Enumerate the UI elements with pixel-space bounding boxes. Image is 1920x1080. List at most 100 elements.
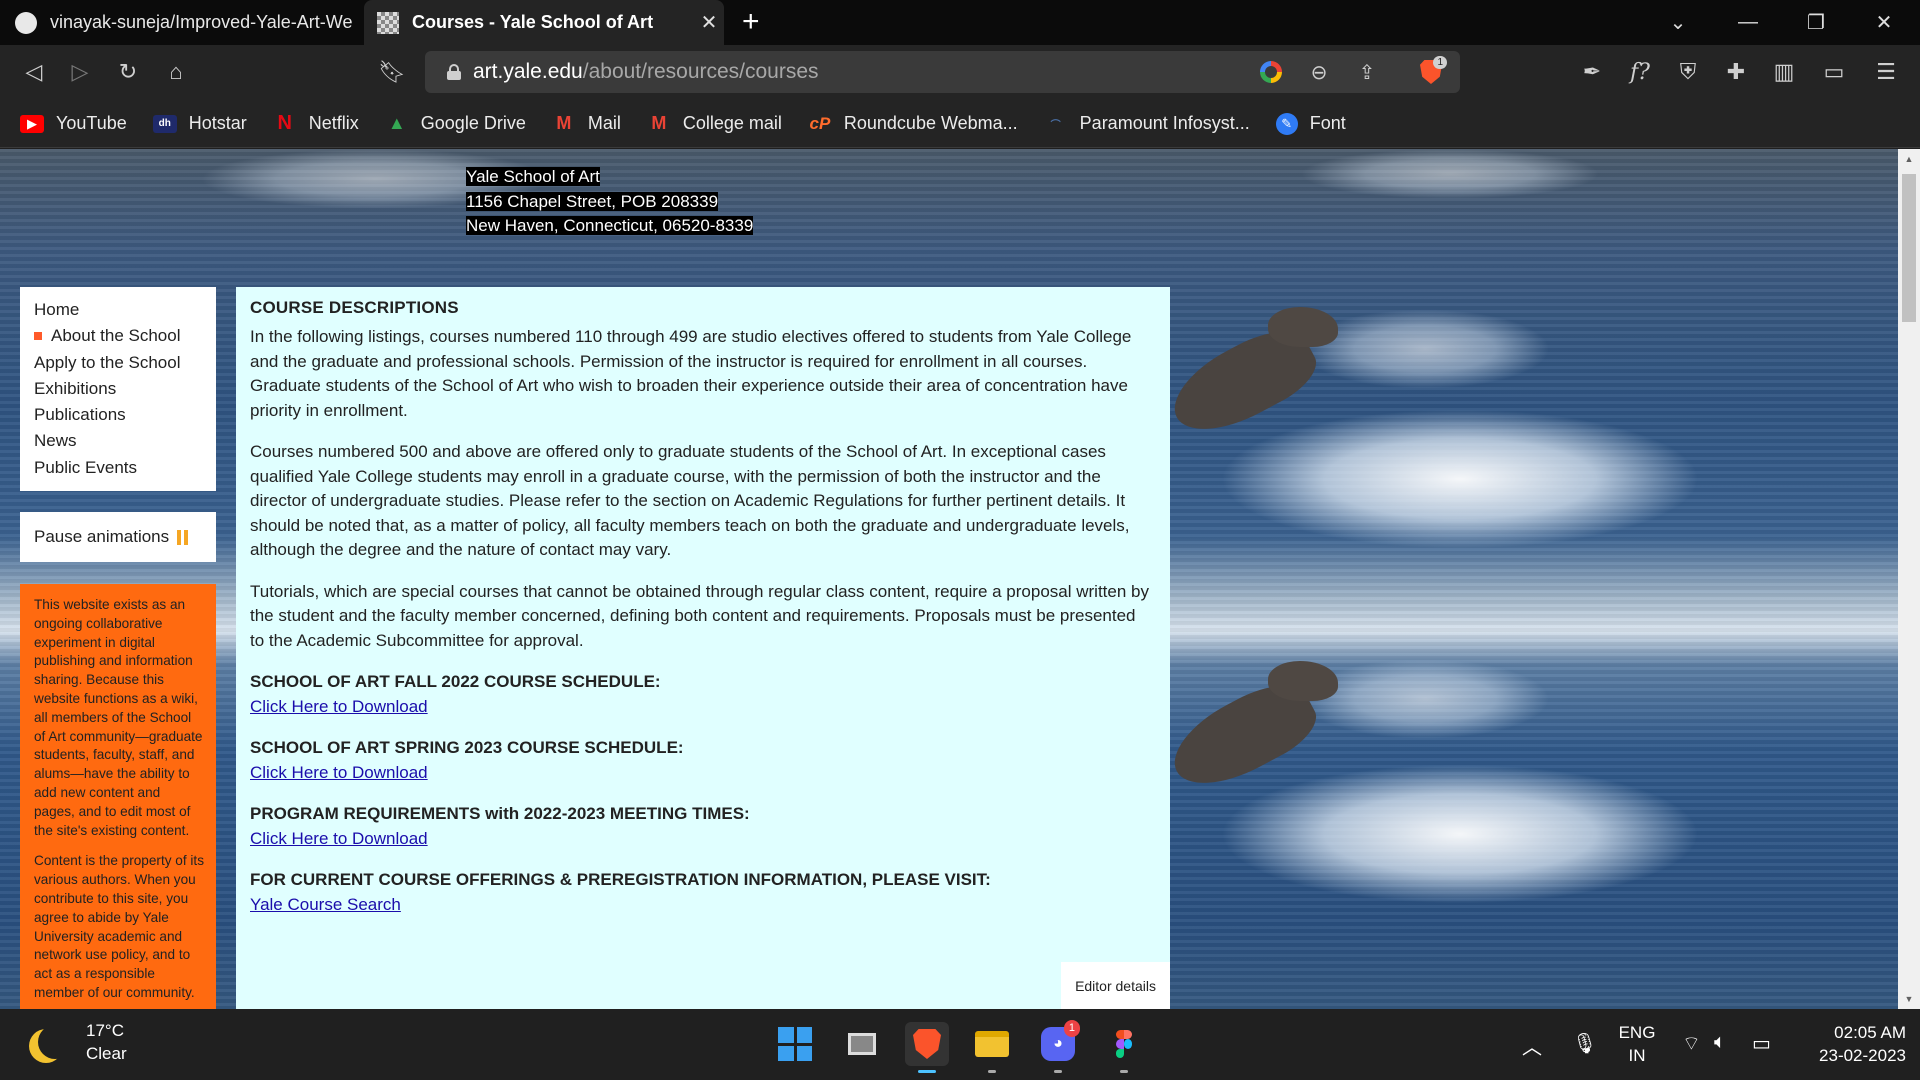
battery-icon[interactable]: ▭ [1752, 1031, 1771, 1056]
content-paragraph: Tutorials, which are special courses tha… [250, 581, 1149, 650]
show-hidden-icons-icon[interactable]: ︿ [1522, 1031, 1542, 1060]
pause-animations-button[interactable]: Pause animations [20, 512, 216, 562]
bookmark-font[interactable]: ✎ Font [1275, 112, 1346, 135]
bookmark-roundcube[interactable]: cP Roundcube Webma... [808, 113, 1017, 134]
youtube-icon: ▶ [20, 114, 44, 133]
discord-icon[interactable]: ◕ 1 [1036, 1020, 1080, 1073]
zoom-icon[interactable]: ⊖ [1305, 58, 1333, 86]
spring-schedule-download-link[interactable]: Click Here to Download [250, 760, 428, 785]
bookmark-label: Font [1309, 113, 1346, 133]
bookmark-label: College mail [682, 113, 782, 133]
bookmark-mail[interactable]: M Mail [552, 113, 621, 134]
tab-github[interactable]: vinayak-suneja/Improved-Yale-Art-We [14, 0, 366, 45]
wifi-icon[interactable]: ⌔ [1682, 1031, 1701, 1056]
scroll-up-arrow-icon[interactable]: ▲ [1898, 149, 1920, 169]
nav-item-exhibitions[interactable]: Exhibitions [34, 376, 216, 402]
fall-schedule-download-link[interactable]: Click Here to Download [250, 694, 428, 719]
url-host: art.yale.edu [473, 60, 583, 83]
restore-icon[interactable]: ❐ [1786, 0, 1846, 45]
menu-icon[interactable]: ☰ [1868, 54, 1904, 90]
background-wave [1300, 149, 1600, 199]
gmail-icon: M [556, 113, 572, 133]
figma-icon[interactable] [1102, 1022, 1146, 1073]
share-icon[interactable]: ⇪ [1353, 58, 1381, 86]
page-scrollbar[interactable]: ▲ ▼ [1898, 149, 1920, 1009]
hotstar-icon: dh [152, 114, 177, 133]
microphone-icon[interactable]: 🎙︎ [1572, 1031, 1597, 1056]
tab-title: vinayak-suneja/Improved-Yale-Art-We [50, 12, 353, 32]
address-bar[interactable]: art.yale.edu/about/resources/courses ⊖ ⇪… [425, 51, 1460, 93]
sidebar-icon[interactable]: ▥ [1766, 54, 1802, 90]
nav-item-home[interactable]: Home [34, 297, 216, 323]
program-requirements-download-link[interactable]: Click Here to Download [250, 826, 428, 851]
bookmark-college-mail[interactable]: M College mail [647, 113, 782, 134]
wallet-icon[interactable]: ▭ [1816, 54, 1852, 90]
nav-item-apply[interactable]: Apply to the School [34, 350, 216, 376]
bookmark-netflix[interactable]: N Netflix [273, 112, 359, 134]
yale-course-search-link[interactable]: Yale Course Search [250, 892, 401, 917]
clock[interactable]: 02:05 AM 23-02-2023 [1796, 1021, 1906, 1067]
nav-item-publications[interactable]: Publications [34, 402, 216, 428]
lock-icon [447, 64, 461, 80]
bookmark-icon[interactable]: 🔖︎ [374, 54, 410, 90]
nav-label: About the School [51, 326, 181, 346]
discord-badge: 1 [1063, 1020, 1080, 1037]
moon-icon [38, 1025, 72, 1059]
volume-icon[interactable]: 🔈︎ [1714, 1031, 1726, 1054]
extensions-puzzle-icon[interactable]: ✚ [1718, 54, 1754, 90]
forward-icon[interactable]: ▷ [62, 54, 98, 90]
sea-lion-image [1160, 661, 1338, 803]
tab-courses[interactable]: Courses - Yale School of Art ✕ [364, 0, 724, 45]
file-explorer-icon[interactable] [970, 1022, 1014, 1073]
nav-label: Home [34, 300, 80, 319]
extension-feather-icon[interactable]: ✒ [1574, 54, 1610, 90]
url-path: /about/resources/courses [582, 60, 819, 83]
nav-item-about[interactable]: About the School [34, 323, 216, 349]
language-code: ENG [1618, 1023, 1656, 1042]
ublock-shield-icon[interactable]: ⛨ [1670, 54, 1706, 90]
bookmark-paramount[interactable]: ⌒ Paramount Infosyst... [1044, 113, 1250, 134]
language-indicator[interactable]: ENG IN [1612, 1021, 1662, 1067]
brave-shields-icon[interactable]: 1 [1417, 56, 1447, 86]
new-tab-icon[interactable]: + [742, 6, 760, 38]
background-wave [1220, 764, 1700, 904]
bookmark-hotstar[interactable]: dh Hotstar [152, 113, 247, 134]
brave-browser-icon[interactable] [905, 1022, 949, 1073]
weather-widget[interactable]: 17°C Clear [26, 1019, 127, 1065]
address-line: New Haven, Connecticut, 06520-8339 [466, 216, 754, 235]
page-title: COURSE DESCRIPTIONS [250, 298, 459, 317]
browser-toolbar: ◁ ▷ ↻ ⌂ 🔖︎ art.yale.edu/about/resources/… [0, 45, 1920, 100]
home-icon[interactable]: ⌂ [158, 54, 194, 90]
minimize-icon[interactable]: — [1718, 0, 1778, 45]
nav-label: Public Events [34, 457, 137, 477]
content-paragraph: Courses numbered 500 and above are offer… [250, 442, 1130, 559]
close-tab-icon[interactable]: ✕ [694, 10, 724, 35]
windows-taskbar: 17°C Clear ◕ 1 ︿ 🎙︎ ENG IN ⌔ 🔈︎ ▭ 02:05 … [0, 1009, 1920, 1080]
start-button[interactable] [773, 1022, 817, 1066]
region-code: IN [1628, 1046, 1646, 1065]
bookmarks-bar: ▶ YouTube dh Hotstar N Netflix ▲ Google … [0, 100, 1920, 148]
nav-item-news[interactable]: News [34, 428, 216, 454]
netflix-icon: N [277, 112, 292, 134]
back-icon[interactable]: ◁ [16, 54, 52, 90]
windows-logo-icon [778, 1027, 812, 1061]
pause-label: Pause animations [34, 527, 170, 546]
whatfont-icon[interactable]: f? [1622, 54, 1658, 90]
task-view-icon[interactable] [840, 1022, 884, 1066]
bookmark-label: Netflix [308, 113, 359, 133]
reload-icon[interactable]: ↻ [110, 54, 146, 90]
main-nav: Home About the School Apply to the Schoo… [20, 287, 216, 491]
scrollbar-thumb[interactable] [1902, 174, 1916, 322]
bookmark-youtube[interactable]: ▶ YouTube [20, 113, 127, 134]
close-window-icon[interactable]: ✕ [1854, 0, 1914, 45]
tab-search-chevron-icon[interactable]: ⌄ [1648, 0, 1708, 45]
editor-details-button[interactable]: Editor details [1061, 962, 1170, 1009]
current-page-marker [34, 332, 42, 341]
bookmark-google-drive[interactable]: ▲ Google Drive [385, 113, 526, 134]
content-paragraph: In the following listings, courses numbe… [250, 327, 1132, 420]
google-drive-icon: ▲ [387, 113, 406, 133]
google-lens-icon[interactable] [1257, 58, 1285, 86]
sea-lion-image [1160, 307, 1338, 449]
scroll-down-arrow-icon[interactable]: ▼ [1898, 989, 1920, 1009]
nav-item-public-events[interactable]: Public Events [34, 455, 216, 481]
